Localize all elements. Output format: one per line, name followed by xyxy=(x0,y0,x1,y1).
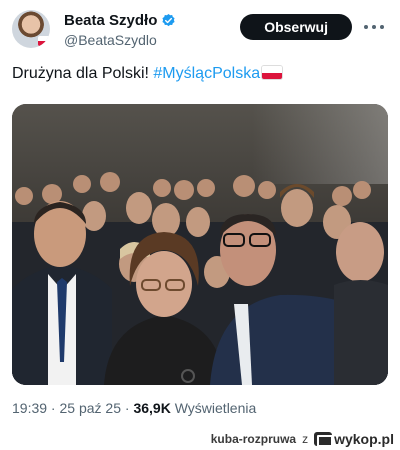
verified-badge-icon xyxy=(162,13,175,27)
follow-button[interactable]: Obserwuj xyxy=(240,14,352,40)
views-count: 36,9K xyxy=(133,400,171,416)
tweet-text: Drużyna dla Polski! #MyślącPolska xyxy=(12,64,283,84)
poland-flag-emoji-icon xyxy=(262,66,283,79)
hashtag-link[interactable]: #MyślącPolska xyxy=(153,65,260,82)
group-selfie-photo xyxy=(12,104,388,385)
watermark-user: kuba-rozpruwa xyxy=(210,432,297,446)
meta-separator: · xyxy=(121,400,134,416)
tweet-body: Drużyna dla Polski! xyxy=(12,65,154,82)
author-display-name[interactable]: Beata Szydło xyxy=(64,12,157,29)
watermark-site: wykop.pl xyxy=(334,431,394,447)
tweet-header: Beata Szydło @BeataSzydlo Obserwuj xyxy=(12,10,388,54)
wykop-logo: wykop.pl xyxy=(314,431,394,447)
tweet-date[interactable]: 25 paź 25 xyxy=(60,400,122,416)
author-name-row: Beata Szydło xyxy=(64,12,176,29)
wykop-logo-icon xyxy=(314,432,334,447)
tweet-meta: 19:39 · 25 paź 25 · 36,9K Wyświetlenia xyxy=(12,400,256,416)
watermark-connector: z xyxy=(302,432,309,446)
author-handle[interactable]: @BeataSzydlo xyxy=(64,32,157,48)
tweet-time[interactable]: 19:39 xyxy=(12,400,47,416)
avatar-flag-icon xyxy=(38,36,50,46)
more-options-icon[interactable] xyxy=(364,19,384,35)
watermark: kuba-rozpruwa z wykop.pl xyxy=(211,430,394,448)
meta-separator: · xyxy=(47,400,60,416)
author-avatar[interactable] xyxy=(12,10,50,48)
tweet-photo[interactable] xyxy=(12,104,388,385)
views-label: Wyświetlenia xyxy=(170,400,257,416)
